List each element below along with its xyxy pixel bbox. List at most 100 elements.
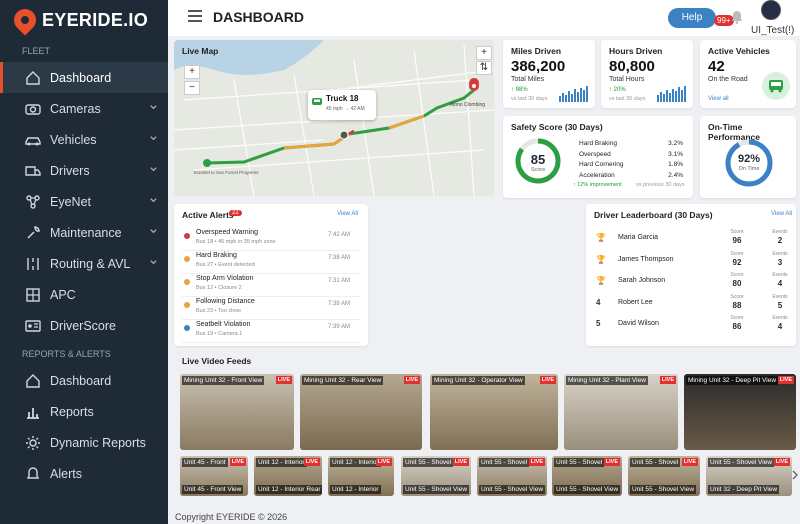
bell-icon — [24, 465, 42, 483]
driver-events: 3 — [777, 257, 783, 267]
sidebar-item-dashboard[interactable]: Dashboard — [0, 62, 168, 93]
feed-title: Unit 55 - Shovel — [630, 458, 681, 467]
sidebar-item-label: APC — [50, 287, 76, 302]
route-origin-marker[interactable] — [203, 159, 211, 167]
leaderboard-row[interactable]: 🏆 James Thompson Score 92 Events 3 — [594, 250, 788, 271]
sidebar-item-drivers[interactable]: Drivers — [0, 155, 168, 186]
help-button[interactable]: Help — [668, 8, 716, 28]
sidebar-item-dynamic-reports[interactable]: Dynamic Reports — [0, 427, 168, 458]
safety-score-card[interactable]: Safety Score (30 Days) 85 Score Hard Bra… — [503, 116, 693, 198]
sidebar-item-apc[interactable]: APC — [0, 279, 168, 310]
leaderboard-row[interactable]: 5 David Wilson Score 86 Events 4 — [594, 314, 788, 335]
video-feed-main[interactable]: Mining Unit 32 - Plant View LIVE — [564, 374, 678, 450]
video-feed-main[interactable]: Mining Unit 32 - Rear View LIVE — [300, 374, 422, 450]
alert-row[interactable]: Hard Braking Bus 27 • Event detected 7:3… — [182, 251, 360, 274]
driver-score-label: Score — [730, 229, 744, 235]
kpi-value: 42 — [708, 58, 725, 75]
leaderboard-row[interactable]: 🏆 Sarah Johnson Score 80 Events 4 — [594, 271, 788, 292]
sidebar-item-label: Maintenance — [50, 225, 122, 240]
sidebar-item-reports[interactable]: Reports — [0, 396, 168, 427]
sidebar-item-label: Vehicles — [50, 132, 97, 147]
feed-title: Mining Unit 32 - Front View — [182, 376, 265, 385]
driver-events: 2 — [777, 236, 783, 245]
bar-chart-icon — [24, 403, 42, 421]
video-feed-thumb[interactable]: Unit 55 - Shovel LIVE Unit 55 - Shovel V… — [628, 456, 700, 496]
truck-popup[interactable]: Truck 18 45 mph → 42 AM — [308, 90, 376, 120]
truck-marker[interactable] — [339, 130, 349, 140]
map-zoom-in-right-button[interactable]: + — [476, 46, 492, 60]
video-feed-main[interactable]: Mining Unit 32 - Deep Pit View LIVE — [684, 374, 796, 450]
sidebar-item-dashboard[interactable]: Dashboard — [0, 365, 168, 396]
view-all-drivers-link[interactable]: View All — [771, 211, 792, 217]
alert-label: Following Distance — [196, 298, 255, 305]
sidebar-item-routing-avl[interactable]: Routing & AVL — [0, 248, 168, 279]
alert-row[interactable]: Overspeed Warning Bus 18 • 45 mph in 35 … — [182, 228, 360, 251]
hours-driven-card[interactable]: Hours Driven 80,800 Total Hours ↑ 20% vs… — [601, 40, 693, 108]
alert-label: Stop Arm Violation — [196, 275, 254, 282]
view-all-alerts-link[interactable]: View All — [337, 211, 358, 217]
driver-name: Maria Garcia — [618, 234, 659, 241]
hamburger-menu-icon[interactable] — [188, 10, 202, 22]
user-name[interactable]: UI_Test(!) — [751, 25, 794, 36]
video-feed-thumb[interactable]: Unit 45 - Front LIVE Unit 45 - Front Vie… — [180, 456, 248, 496]
video-feed-thumb[interactable]: Unit 55 - Shovel LIVE Unit 55 - Shovel V… — [552, 456, 622, 496]
user-avatar[interactable] — [761, 0, 781, 20]
miles-driven-card[interactable]: Miles Driven 386,200 Total Miles ↑ 98% v… — [503, 40, 595, 108]
video-feed-thumb[interactable]: Unit 12 - Interior LIVE Unit 12 - Interi… — [328, 456, 394, 496]
driver-events-label: Events — [772, 229, 788, 235]
logo-text: EYERIDE.IO — [42, 9, 149, 30]
sidebar-item-eyenet[interactable]: EyeNet — [0, 186, 168, 217]
leaderboard-row[interactable]: 4 Robert Lee Score 88 Events 5 — [594, 293, 788, 314]
sidebar-item-vehicles[interactable]: Vehicles — [0, 124, 168, 155]
destination-label: Mono Clombing — [450, 102, 485, 108]
map-zoom-out-button[interactable]: − — [184, 81, 200, 95]
video-feed-main[interactable]: Mining Unit 32 - Operator View LIVE — [430, 374, 558, 450]
alert-label: Hard Braking — [196, 252, 237, 259]
kpi-title: Active Vehicles — [708, 46, 770, 56]
app-logo[interactable]: EYERIDE.IO — [0, 0, 168, 40]
feed-subtitle: Unit 45 - Front View — [182, 485, 244, 494]
car-icon — [24, 131, 42, 149]
sidebar-item-driverscore[interactable]: DriverScore — [0, 310, 168, 341]
video-feed-thumb[interactable]: Unit 55 - Shovel View LIVE Unit 32 - Dee… — [706, 456, 792, 496]
sidebar-item-maintenance[interactable]: Maintenance — [0, 217, 168, 248]
on-time-card[interactable]: On-Time Performance 92% On Time — [700, 116, 796, 198]
safety-vs: vs previous 30 days — [636, 182, 685, 188]
active-alerts-card[interactable]: Active Alerts 22 View All Overspeed Warn… — [174, 204, 368, 346]
chevron-right-icon[interactable] — [792, 470, 798, 480]
truck-icon — [312, 98, 322, 105]
leaderboard-row[interactable]: 🏆 Maria Garcia Score 96 Events 2 — [594, 228, 788, 249]
kpi-title: Hours Driven — [609, 46, 663, 56]
video-feed-thumb[interactable]: Unit 55 - Shovel LIVE Unit 55 - Shovel V… — [477, 456, 547, 496]
kpi-sub: Total Miles — [511, 76, 545, 83]
driver-score: 96 — [732, 236, 742, 245]
video-feed-thumb[interactable]: Unit 55 - Shovel LIVE Unit 55 - Shovel V… — [401, 456, 471, 496]
active-vehicles-card[interactable]: Active Vehicles 42 On the Road View all — [700, 40, 796, 108]
video-feed-main[interactable]: Mining Unit 32 - Front View LIVE — [180, 374, 294, 450]
alert-row[interactable]: Following Distance Bus 23 • Too close 7:… — [182, 297, 360, 320]
footer-copyright: Copyright EYERIDE © 2026 — [175, 512, 288, 522]
feed-title: Unit 55 - Shovel — [554, 458, 605, 467]
alert-detail: Bus 19 • Camera 1 — [196, 331, 243, 337]
notification-bell-icon[interactable] — [731, 10, 743, 24]
sidebar-item-cameras[interactable]: Cameras — [0, 93, 168, 124]
kpi-vs: vs last 30 days — [609, 96, 646, 102]
map-compass-icon[interactable]: ⇅ — [476, 61, 492, 75]
view-all-vehicles-link[interactable]: View all — [708, 96, 729, 102]
sidebar-item-alerts[interactable]: Alerts — [0, 458, 168, 489]
sidebar-item-label: Dashboard — [50, 373, 112, 388]
wrench-icon — [24, 224, 42, 242]
map-zoom-in-button[interactable]: + — [184, 65, 200, 79]
live-badge: LIVE — [528, 458, 545, 466]
kpi-title: Miles Driven — [511, 46, 562, 56]
reports-section-label: REPORTS & ALERTS — [22, 349, 111, 359]
alert-row[interactable]: Stop Arm Violation Bus 12 • Closure 2 7:… — [182, 274, 360, 297]
feed-title: Mining Unit 32 - Plant View — [566, 376, 648, 385]
alert-row[interactable]: Seatbelt Violation Bus 19 • Camera 1 7:3… — [182, 320, 360, 343]
driver-leaderboard-card[interactable]: Driver Leaderboard (30 Days) View All 🏆 … — [586, 204, 796, 346]
video-feed-thumb[interactable]: Unit 12 - Interior LIVE Unit 12 - Interi… — [254, 456, 322, 496]
driver-name: James Thompson — [618, 255, 674, 263]
safety-metric-label: Acceleration — [579, 171, 615, 179]
sidebar: EYERIDE.IO FLEET Dashboard Cameras Vehic… — [0, 0, 168, 524]
alert-detail: Bus 18 • 45 mph in 35 mph zone — [196, 239, 276, 245]
